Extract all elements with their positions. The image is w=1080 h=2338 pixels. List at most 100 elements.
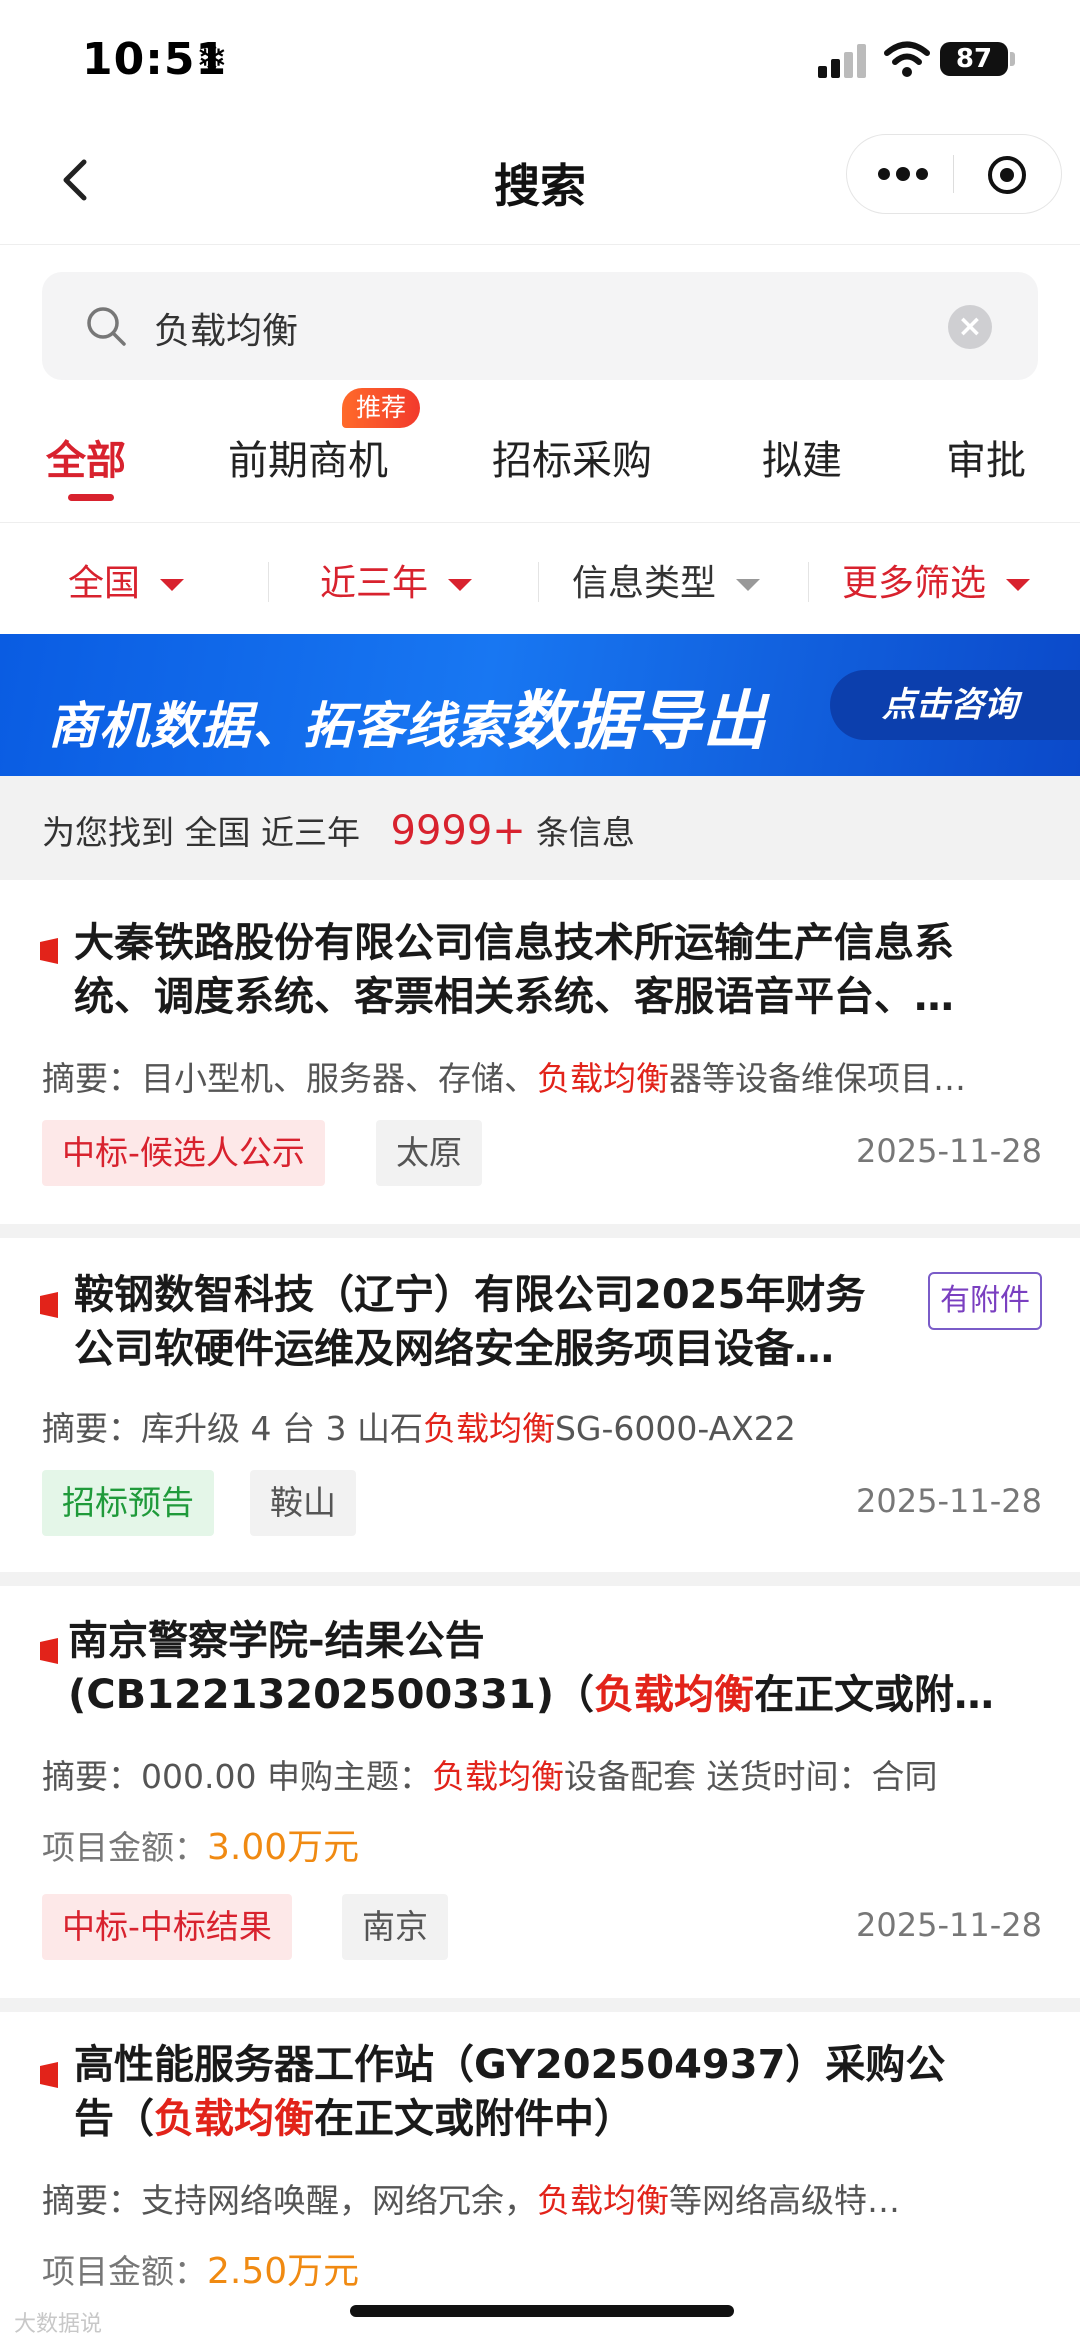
title-line2-pre: 告（ — [74, 2096, 154, 2142]
abstract-post: 设备配套 送货时间：合同 — [563, 1757, 938, 1796]
filter-region[interactable]: 全国 — [68, 554, 185, 606]
tab-approval[interactable]: 审批 — [946, 428, 1026, 486]
close-target-icon[interactable] — [987, 155, 1027, 195]
result-abstract: 摘要：库升级 4 台 3 山石负载均衡SG-6000-AX22 — [42, 1402, 1042, 1450]
title-line2-post: 在正文或附… — [754, 1672, 995, 1718]
amount-label: 项目金额： — [42, 1828, 207, 1867]
project-amount: 项目金额：3.00万元 — [42, 1818, 359, 1870]
flag-icon — [40, 1638, 58, 1664]
abstract-pre: 000.00 申购主题： — [141, 1757, 432, 1796]
result-date: 2025-11-28 — [856, 1906, 1042, 1944]
summary-region: 全国 — [184, 813, 251, 852]
more-dots-icon[interactable] — [877, 159, 929, 189]
consult-button[interactable]: 点击咨询 — [830, 670, 1080, 740]
result-card[interactable]: 南京警察学院-结果公告 (CB12213202500331)（负载均衡在正文或附… — [0, 1586, 1080, 1998]
search-input[interactable]: 负载均衡 × — [42, 272, 1038, 380]
filter-divider — [808, 562, 809, 602]
abstract-post: SG-6000-AX22 — [554, 1409, 796, 1448]
tab-tender-procurement[interactable]: 招标采购 — [492, 428, 652, 486]
wifi-icon — [884, 41, 930, 77]
result-abstract: 摘要：支持网络唤醒，网络冗余，负载均衡等网络高级特… — [42, 2174, 1042, 2222]
result-title-line1: 南京警察学院-结果公告 — [68, 1618, 485, 1664]
keyword-highlight: 负载均衡 — [537, 2181, 669, 2220]
banner-text-b: 数据导出 — [507, 685, 767, 759]
banner-text-a: 商机数据、拓客线索 — [48, 697, 507, 755]
result-title: 大秦铁路股份有限公司信息技术所运输生产信息系 统、调度系统、客票相关系统、客服语… — [74, 916, 954, 1024]
filter-bar: 全国 近三年 信息类型 更多筛选 — [0, 524, 1080, 634]
recommend-badge: 推荐 — [342, 388, 421, 428]
search-query[interactable]: 负载均衡 — [154, 302, 298, 354]
result-card[interactable]: 高性能服务器工作站（GY202504937）采购公 告（负载均衡在正文或附件中）… — [0, 2012, 1080, 2337]
result-title-line1: 大秦铁路股份有限公司信息技术所运输生产信息系 — [74, 920, 954, 966]
promo-banner[interactable]: 商机数据、拓客线索数据导出 点击咨询 — [0, 634, 1080, 776]
chevron-down-icon — [1006, 579, 1031, 591]
flag-icon — [40, 2062, 58, 2088]
summary-prefix: 为您找到 — [42, 813, 174, 852]
abstract-label: 摘要： — [42, 1757, 141, 1796]
abstract-post: 器等设备维保项目… — [669, 1059, 966, 1098]
tab-all[interactable]: 全部 — [46, 428, 126, 486]
result-title-line1: 高性能服务器工作站（GY202504937）采购公 — [74, 2042, 946, 2088]
status-badge: 中标-候选人公示 — [42, 1120, 325, 1186]
search-icon — [87, 307, 126, 346]
keyword-highlight: 负载均衡 — [431, 1757, 564, 1796]
chevron-down-icon — [736, 579, 761, 591]
capsule-divider — [953, 155, 954, 193]
abstract-pre: 目小型机、服务器、存储、 — [141, 1059, 537, 1098]
filter-info-type[interactable]: 信息类型 — [572, 554, 761, 606]
filter-more-label: 更多筛选 — [842, 563, 987, 604]
result-card[interactable]: 鞍钢数智科技（辽宁）有限公司2025年财务 公司软硬件运维及网络安全服务项目设备… — [0, 1238, 1080, 1572]
result-title-line2: 告（负载均衡在正文或附件中） — [74, 2092, 945, 2146]
result-card[interactable]: 大秦铁路股份有限公司信息技术所运输生产信息系 统、调度系统、客票相关系统、客服语… — [0, 880, 1080, 1224]
home-indicator[interactable] — [350, 2305, 734, 2317]
result-summary: 为您找到 全国 近三年 9999+ 条信息 — [0, 776, 1080, 880]
filter-period[interactable]: 近三年 — [320, 554, 473, 606]
keyword-highlight: 负载均衡 — [537, 1059, 669, 1098]
city-badge: 南京 — [342, 1894, 448, 1960]
tab-early-opportunity[interactable]: 前期商机 — [228, 428, 388, 486]
active-tab-indicator — [68, 494, 114, 501]
mini-program-capsule — [846, 134, 1062, 214]
card-separator — [0, 1572, 1080, 1586]
keyword-highlight: 负载均衡 — [154, 2096, 314, 2142]
result-abstract: 摘要：000.00 申购主题：负载均衡设备配套 送货时间：合同 — [42, 1750, 1042, 1798]
filter-region-label: 全国 — [68, 563, 141, 604]
result-count: 9999+ — [390, 808, 526, 854]
summary-suffix: 条信息 — [535, 813, 635, 852]
cellular-signal-icon — [818, 44, 866, 78]
flag-icon — [40, 1292, 58, 1318]
abstract-label: 摘要： — [42, 1059, 141, 1098]
tab-proposed-construction[interactable]: 拟建 — [762, 428, 842, 486]
result-date: 2025-11-28 — [856, 1482, 1042, 1520]
title-line2-pre: (CB12213202500331)（ — [68, 1672, 595, 1718]
result-title: 南京警察学院-结果公告 (CB12213202500331)（负载均衡在正文或附… — [68, 1614, 994, 1722]
keyword-highlight: 负载均衡 — [422, 1409, 555, 1448]
result-title: 高性能服务器工作站（GY202504937）采购公 告（负载均衡在正文或附件中） — [74, 2038, 945, 2146]
abstract-label: 摘要： — [42, 2181, 141, 2220]
abstract-pre: 支持网络唤醒，网络冗余， — [141, 2181, 537, 2220]
result-title-line2: 公司软硬件运维及网络安全服务项目设备… — [74, 1326, 834, 1372]
banner-text: 商机数据、拓客线索数据导出 — [48, 670, 767, 762]
filter-divider — [538, 562, 539, 602]
chevron-down-icon — [160, 579, 185, 591]
card-separator — [0, 1224, 1080, 1238]
city-badge: 鞍山 — [250, 1470, 356, 1536]
abstract-pre: 库升级 4 台 3 山石 — [141, 1409, 423, 1448]
attachment-badge: 有附件 — [928, 1272, 1042, 1330]
amount-value: 3.00万元 — [207, 1827, 360, 1868]
filter-more[interactable]: 更多筛选 — [842, 554, 1031, 606]
battery-tip — [1010, 52, 1015, 66]
status-badge: 招标预告 — [42, 1470, 214, 1536]
amount-label: 项目金额： — [42, 2252, 207, 2291]
status-badge: 中标-中标结果 — [42, 1894, 292, 1960]
clear-icon[interactable]: × — [948, 305, 992, 349]
card-separator — [0, 1998, 1080, 2012]
keyword-highlight: 负载均衡 — [594, 1672, 755, 1718]
navigation-bar: 搜索 — [0, 120, 1080, 245]
result-abstract: 摘要：目小型机、服务器、存储、负载均衡器等设备维保项目… — [42, 1052, 1042, 1100]
abstract-post: 等网络高级特… — [669, 2181, 900, 2220]
abstract-label: 摘要： — [42, 1409, 141, 1448]
battery-indicator: 87 — [940, 42, 1008, 76]
result-title-line1: 鞍钢数智科技（辽宁）有限公司2025年财务 — [74, 1272, 866, 1318]
status-bar: 10:51 ❄ 87 — [0, 0, 1080, 120]
